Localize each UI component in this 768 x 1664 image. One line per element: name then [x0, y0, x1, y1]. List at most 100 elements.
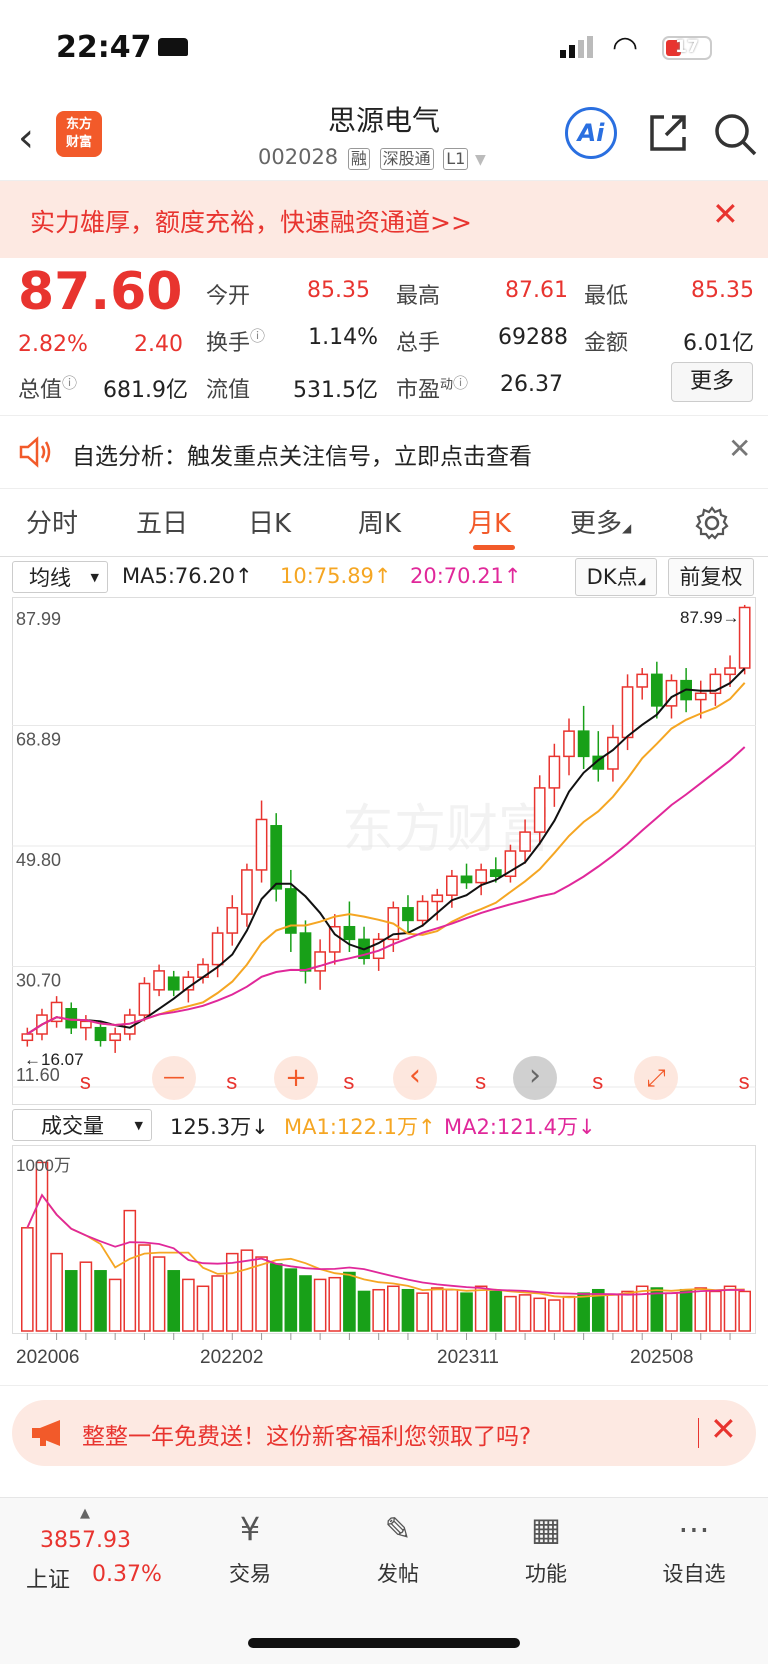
signal-mark: s	[739, 1069, 750, 1094]
candle-body	[694, 692, 707, 701]
tab-daily-k[interactable]: 日K	[248, 503, 291, 540]
volume-bar	[387, 1285, 400, 1332]
indicator-selector[interactable]: 均线 ▼	[12, 561, 108, 593]
ma10-value: 10:75.89↑	[280, 564, 392, 588]
info-icon[interactable]: ⓘ	[453, 374, 468, 392]
volume-bar	[650, 1287, 664, 1332]
tab-weekly-k[interactable]: 周K	[358, 503, 401, 540]
price-chart[interactable]: 东方财富 87.9968.8949.8030.7011.60 87.99→←16…	[12, 597, 756, 1105]
volume-bar	[504, 1295, 517, 1332]
banner-text: 实力雄厚，额度充裕，快速融资通道>>	[30, 208, 472, 237]
volume-bar	[635, 1285, 649, 1332]
divider	[0, 556, 768, 557]
expand-button[interactable]: ⤢	[634, 1056, 678, 1100]
volume-bar	[152, 1256, 166, 1332]
low-label: 最低	[584, 284, 629, 309]
status-bar: 22:47 ◠ 17	[0, 0, 768, 95]
mcap-label-text: 总值	[18, 378, 63, 403]
tab-five-day[interactable]: 五日	[136, 503, 188, 540]
candle-body	[270, 825, 283, 890]
candle-body	[109, 1033, 122, 1042]
nav-trade[interactable]: 交易	[195, 1558, 305, 1588]
edit-post-icon[interactable]: ✎	[343, 1510, 453, 1548]
candle-body	[563, 730, 575, 758]
stock-code-row[interactable]: 002028 融 深股通 L1 ▼	[258, 145, 486, 170]
volume-selector-label: 成交量	[41, 1114, 104, 1138]
volume-bar	[460, 1292, 473, 1332]
close-icon[interactable]: ✕	[710, 1410, 737, 1448]
volume-bar	[240, 1249, 254, 1332]
candle-body	[416, 900, 429, 922]
volume-bar	[401, 1288, 415, 1332]
index-value[interactable]: 3857.93	[40, 1528, 131, 1553]
nav-post[interactable]: 发帖	[343, 1558, 453, 1588]
signal-mark: s	[343, 1069, 354, 1094]
index-name: 上证	[26, 1568, 71, 1593]
volume-bar	[562, 1295, 576, 1332]
grid-icon[interactable]: ▦	[491, 1510, 601, 1548]
trade-icon[interactable]: ¥	[195, 1510, 305, 1548]
mcap-value: 681.9亿	[103, 378, 188, 403]
dropdown-arrow-icon: ▼	[90, 571, 99, 584]
tag-connect: 深股通	[379, 148, 434, 170]
open-label: 今开	[206, 284, 251, 309]
volume-bar	[343, 1271, 356, 1332]
volume-bar	[357, 1290, 371, 1332]
chevron-down-icon[interactable]: ▼	[475, 152, 486, 168]
volume-bar	[679, 1288, 693, 1332]
volume-current: 125.3万↓	[170, 1115, 269, 1139]
nav-add-watchlist[interactable]: 设自选	[639, 1558, 749, 1588]
prev-button[interactable]: ‹	[393, 1056, 437, 1100]
more-button[interactable]: 更多	[671, 362, 753, 402]
amount-label: 金额	[584, 331, 629, 356]
candle-body	[577, 730, 590, 758]
close-icon[interactable]: ✕	[728, 432, 751, 465]
ma20-value: 20:70.21↑	[410, 564, 522, 588]
close-icon[interactable]: ✕	[712, 195, 739, 233]
zoom-in-button[interactable]: +	[274, 1056, 318, 1100]
high-label: 最高	[396, 284, 441, 309]
volume-bar	[474, 1285, 488, 1332]
volume-bar	[79, 1261, 93, 1332]
divider	[0, 1385, 768, 1386]
volume-bar	[489, 1290, 503, 1332]
volume-bar	[548, 1299, 561, 1332]
pe-superscript: 动	[440, 377, 454, 393]
financing-banner[interactable]: 实力雄厚，额度充裕，快速融资通道>> ✕	[0, 181, 768, 258]
adjust-button[interactable]: 前复权	[668, 558, 754, 596]
promo-banner[interactable]: 整整一年免费送！这份新客福利您领取了吗? ✕	[12, 1400, 756, 1466]
info-icon[interactable]: ⓘ	[250, 327, 265, 345]
volume-bar	[709, 1290, 722, 1332]
turnover-value: 1.14%	[308, 325, 378, 350]
nav-functions[interactable]: 功能	[491, 1558, 601, 1588]
volume-bar	[577, 1292, 590, 1332]
share-icon[interactable]	[646, 111, 690, 155]
candle-body	[255, 818, 268, 871]
analysis-bar[interactable]: 自选分析：触发重点关注信号，立即点击查看 ✕	[0, 416, 768, 488]
candle-body	[402, 907, 414, 922]
volume-bar	[328, 1276, 342, 1332]
candle-body	[80, 1020, 92, 1029]
candle-body	[431, 894, 444, 903]
volume-chart[interactable]: 1000万 202006 202202 202311 202508	[12, 1145, 756, 1385]
high-value: 87.61	[505, 278, 568, 303]
zoom-out-button[interactable]: —	[152, 1056, 196, 1100]
tab-more[interactable]: 更多◢	[570, 503, 631, 540]
volume-bar	[108, 1278, 122, 1332]
candle-body	[460, 875, 473, 884]
volume-bar	[372, 1288, 385, 1332]
next-button[interactable]: ›	[513, 1056, 557, 1100]
tab-monthly-k[interactable]: 月K	[468, 503, 511, 540]
more-dots-icon[interactable]: ⋯	[639, 1510, 749, 1548]
info-icon[interactable]: ⓘ	[62, 374, 77, 392]
volume-selector[interactable]: 成交量 ▼	[12, 1109, 152, 1141]
index-change: 0.37%	[92, 1562, 162, 1587]
gear-icon[interactable]	[694, 505, 730, 541]
tab-intraday[interactable]: 分时	[26, 503, 78, 540]
volume-bar	[299, 1275, 312, 1332]
search-icon[interactable]	[712, 111, 758, 157]
volume-bar	[738, 1290, 751, 1332]
dk-point-label: DK点	[586, 565, 638, 589]
dk-point-button[interactable]: DK点◢	[575, 558, 657, 596]
ai-button[interactable]: Ai	[565, 107, 617, 159]
